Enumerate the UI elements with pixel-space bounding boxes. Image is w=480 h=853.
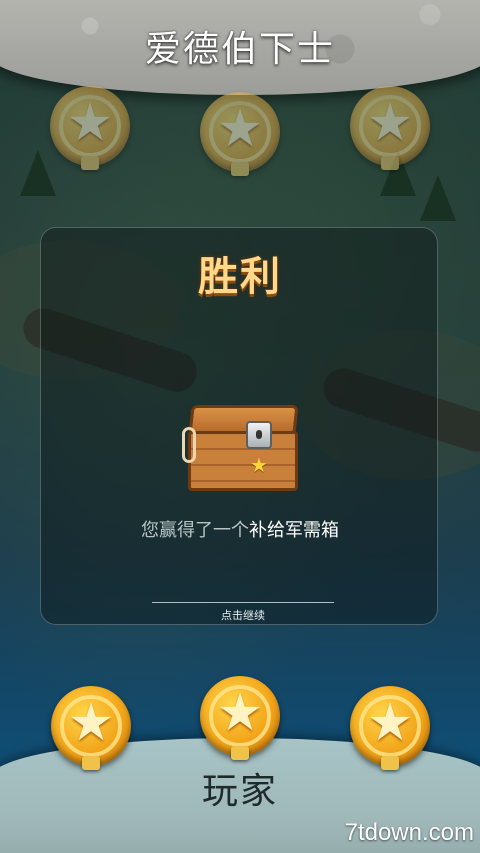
- star-icon: ★: [366, 93, 414, 153]
- lock-icon: [246, 421, 272, 449]
- star-medal-icon: ★: [50, 86, 130, 170]
- star-icon: ★: [66, 93, 114, 153]
- watermark: 7tdown.com: [344, 819, 474, 846]
- star-icon: ★: [216, 99, 264, 159]
- star-medal-icon: ★: [350, 86, 430, 170]
- battle-result-screen[interactable]: 爱德伯下士 ★ ★ ★ 胜利 ★ 您赢得了一个补给军需箱 点击继续 ★ ★ ★ …: [0, 0, 480, 853]
- enemy-name: 爱德伯下士: [144, 29, 335, 70]
- victory-title: 胜利: [198, 254, 282, 300]
- supply-crate-icon: ★: [182, 405, 301, 495]
- player-name: 玩家: [201, 771, 278, 812]
- star-medal-icon: ★: [200, 676, 280, 760]
- background-tree: [420, 175, 456, 221]
- continue-divider: [152, 602, 334, 603]
- reward-prefix: 您赢得了一个: [141, 520, 249, 541]
- star-icon: ★: [216, 683, 264, 743]
- star-icon: ★: [67, 693, 115, 753]
- star-medal-icon: ★: [200, 92, 280, 176]
- background-tree: [20, 150, 56, 196]
- star-medal-icon: ★: [350, 686, 430, 770]
- star-icon: ★: [366, 693, 414, 753]
- reward-message: 您赢得了一个补给军需箱: [0, 516, 480, 542]
- continue-button[interactable]: 点击继续: [152, 607, 334, 623]
- star-badge-icon: ★: [250, 453, 268, 477]
- reward-item: 补给军需箱: [249, 520, 339, 541]
- star-medal-icon: ★: [51, 686, 131, 770]
